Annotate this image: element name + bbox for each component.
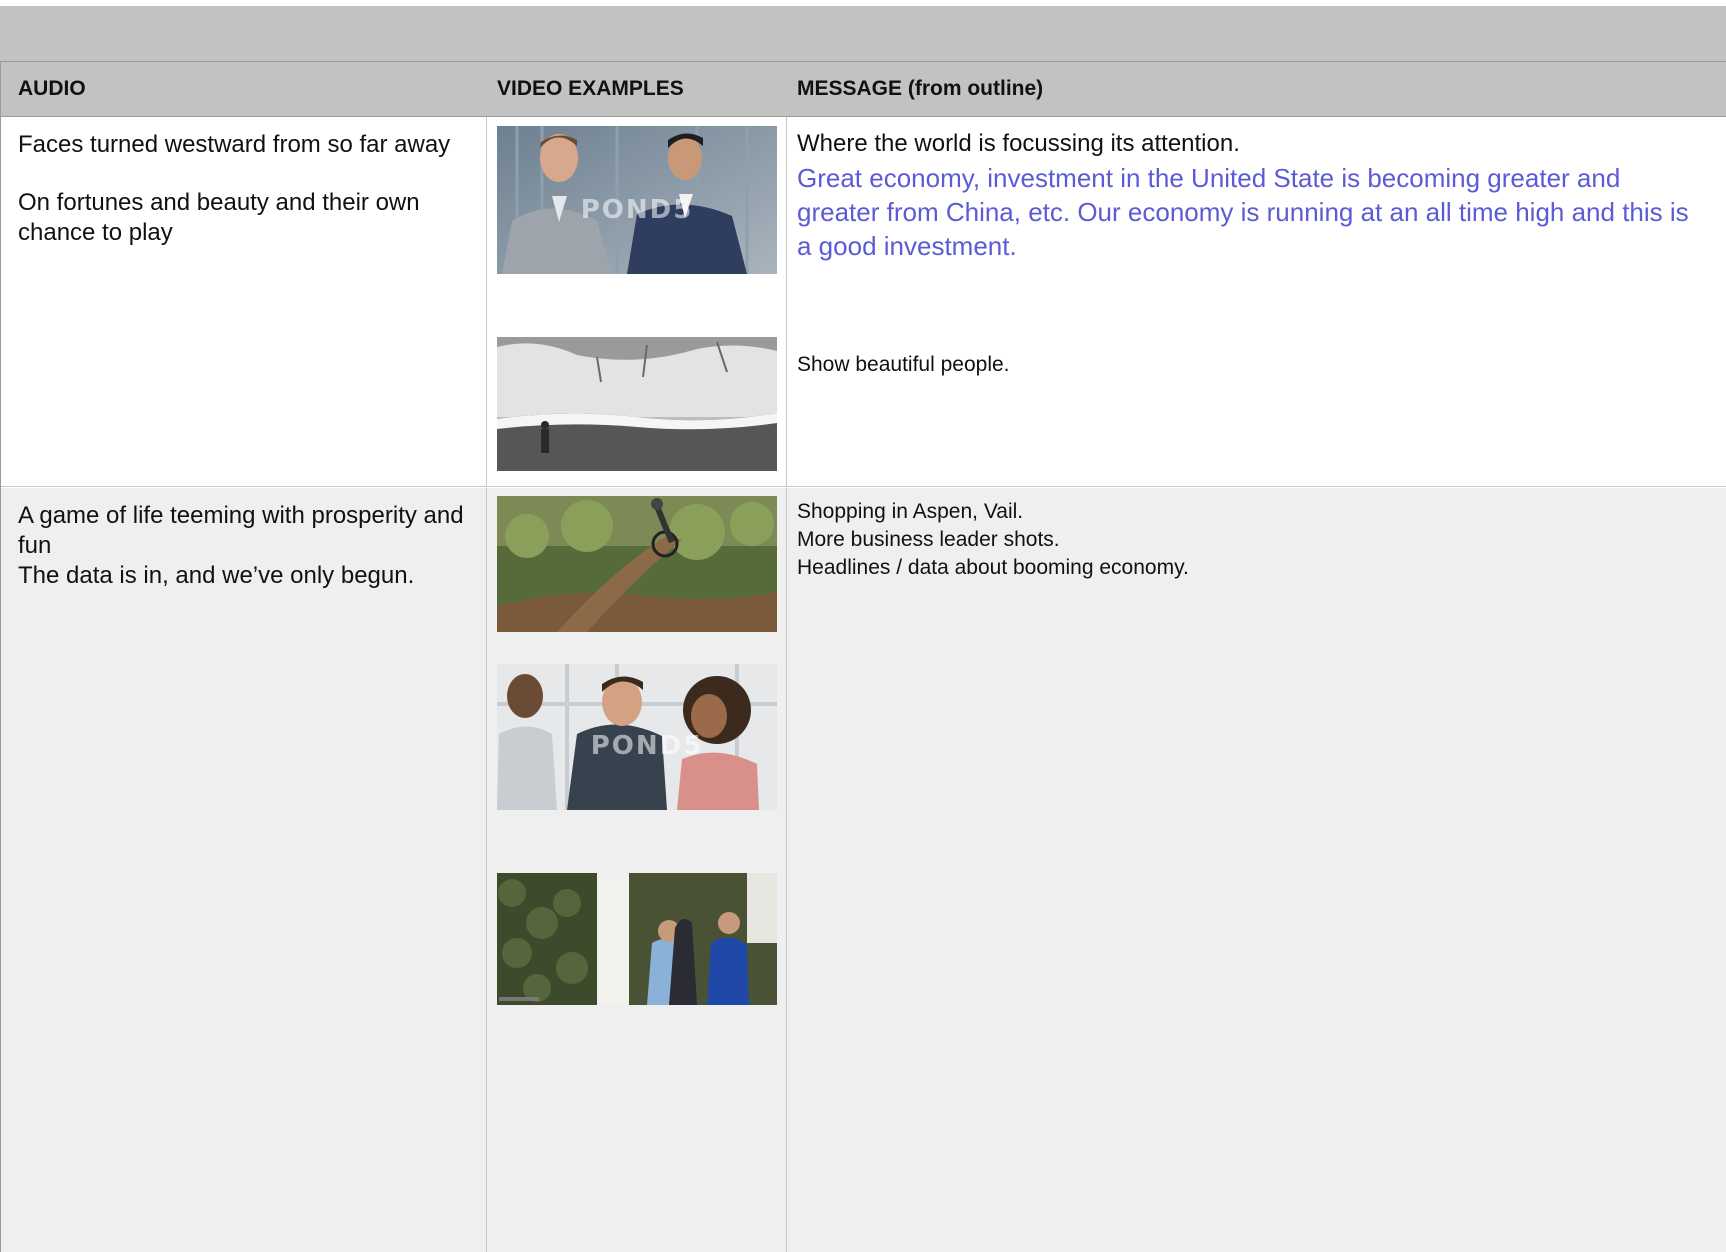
table-row: A game of life teeming with prosperity a… (1, 488, 1726, 1252)
header-cell-message: MESSAGE (from outline) (787, 62, 1726, 116)
snowy-river-video-thumbnail[interactable] (497, 337, 777, 471)
message-cell[interactable]: Shopping in Aspen, Vail. More business l… (787, 488, 1726, 1252)
top-toolbar-band (0, 6, 1726, 62)
header-cell-audio: AUDIO (1, 62, 487, 116)
audio-cell[interactable]: A game of life teeming with prosperity a… (1, 488, 487, 1252)
business-men-video-thumbnail[interactable]: POND5 (497, 126, 777, 274)
video-cell: POND5 (487, 488, 787, 1252)
audio-line: The data is in, and we’ve only begun. (18, 562, 415, 589)
video-cell: POND5 (487, 117, 787, 486)
message-cell[interactable]: Where the world is focussing its attenti… (787, 117, 1726, 486)
shopping-street-video-thumbnail[interactable] (497, 873, 777, 1005)
table-row: Faces turned westward from so far away O… (1, 117, 1726, 487)
header-cell-video: VIDEO EXAMPLES (487, 62, 787, 116)
audio-line: Faces turned westward from so far away (18, 131, 451, 158)
column-header-audio: AUDIO (18, 77, 86, 100)
message-highlight: Great economy, investment in the United … (797, 163, 1689, 261)
thumbnail-watermark: POND5 (581, 195, 694, 225)
message-line: More business leader shots. (797, 528, 1060, 551)
office-meeting-video-thumbnail[interactable]: POND5 (497, 664, 777, 810)
table-header-row: AUDIO VIDEO EXAMPLES MESSAGE (from outli… (1, 62, 1726, 117)
message-line: Headlines / data about booming economy. (797, 556, 1189, 579)
audio-line: A game of life teeming with prosperity a… (18, 502, 464, 559)
audio-cell[interactable]: Faces turned westward from so far away O… (1, 117, 487, 486)
audio-line: On fortunes and beauty and their own cha… (18, 189, 420, 246)
thumbnail-watermark: POND5 (591, 731, 704, 761)
message-note: Show beautiful people. (797, 353, 1010, 376)
message-line: Where the world is focussing its attenti… (797, 130, 1240, 157)
column-header-video: VIDEO EXAMPLES (497, 77, 684, 100)
message-line: Shopping in Aspen, Vail. (797, 500, 1024, 523)
storyboard-table: AUDIO VIDEO EXAMPLES MESSAGE (from outli… (0, 62, 1726, 1252)
column-header-message: MESSAGE (from outline) (797, 77, 1044, 100)
mountain-biker-video-thumbnail[interactable] (497, 496, 777, 632)
